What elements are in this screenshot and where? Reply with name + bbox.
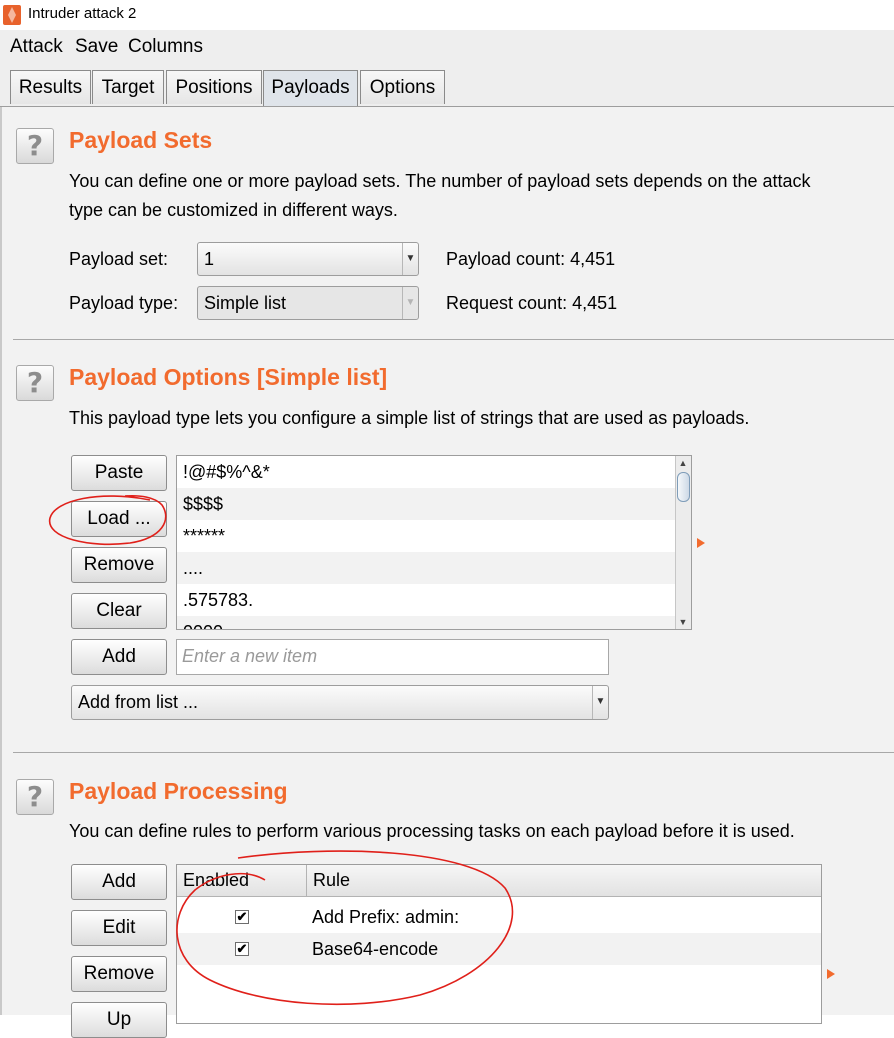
menu-save[interactable]: Save	[75, 36, 118, 58]
column-header-enabled[interactable]: Enabled	[177, 865, 307, 897]
payload-sets-description-line2: type can be customized in different ways…	[69, 200, 398, 220]
new-item-input[interactable]: Enter a new item	[176, 639, 609, 675]
menu-attack[interactable]: Attack	[10, 36, 63, 58]
list-item[interactable]: !@#$%^&*	[177, 456, 691, 488]
clear-button[interactable]: Clear	[71, 593, 167, 629]
payload-processing-description: You can define rules to perform various …	[69, 821, 795, 841]
add-item-button[interactable]: Add	[71, 639, 167, 675]
remove-rule-button[interactable]: Remove	[71, 956, 167, 992]
list-item[interactable]: ******	[177, 520, 691, 552]
tab-options[interactable]: Options	[360, 70, 445, 104]
payload-sets-description-line1: You can define one or more payload sets.…	[69, 171, 811, 191]
request-count: Request count: 4,451	[446, 293, 618, 313]
table-row[interactable]: ✔ Base64-encode	[177, 933, 821, 965]
checkbox-enabled[interactable]: ✔	[235, 910, 249, 924]
add-from-list-select[interactable]: Add from list ... ▼	[71, 685, 609, 720]
edit-rule-button[interactable]: Edit	[71, 910, 167, 946]
load-button[interactable]: Load ...	[71, 501, 167, 537]
payload-sets-title: Payload Sets	[69, 127, 213, 153]
tab-results[interactable]: Results	[10, 70, 91, 104]
scrollbar-thumb[interactable]	[677, 472, 690, 502]
column-header-rule[interactable]: Rule	[307, 865, 821, 897]
list-item[interactable]: $$$$	[177, 488, 691, 520]
payload-set-value: 1	[204, 249, 215, 269]
tab-payloads[interactable]: Payloads	[263, 70, 358, 106]
help-icon[interactable]: ?	[16, 128, 54, 164]
tab-target[interactable]: Target	[92, 70, 164, 104]
expand-arrow-icon[interactable]	[697, 538, 705, 548]
payload-options-title: Payload Options [Simple list]	[69, 364, 388, 390]
payload-options-description: This payload type lets you configure a s…	[69, 408, 750, 428]
help-icon[interactable]: ?	[16, 779, 54, 815]
section-divider	[13, 339, 894, 340]
panel-left-border	[0, 107, 2, 1015]
rule-name: Base64-encode	[312, 939, 439, 959]
payload-count: Payload count: 4,451	[446, 249, 616, 269]
payload-list-scrollbar[interactable]: ▲ ▼	[675, 456, 691, 629]
chevron-down-icon: ▼	[592, 686, 608, 719]
list-item[interactable]: .575783.	[177, 584, 691, 616]
chevron-down-icon: ▼	[402, 287, 418, 319]
window-title: Intruder attack 2	[28, 5, 137, 22]
payload-processing-title: Payload Processing	[69, 778, 288, 804]
remove-button[interactable]: Remove	[71, 547, 167, 583]
payload-list[interactable]: !@#$%^&* $$$$ ****** .... .575783. 0000	[176, 455, 692, 630]
rules-table: Enabled Rule ✔ Add Prefix: admin: ✔ Base…	[176, 864, 822, 1024]
tab-positions[interactable]: Positions	[166, 70, 262, 104]
table-row[interactable]: ✔ Add Prefix: admin:	[177, 901, 821, 933]
expand-arrow-icon[interactable]	[827, 969, 835, 979]
menu-columns[interactable]: Columns	[128, 36, 203, 58]
chevron-down-icon: ▼	[402, 243, 418, 275]
checkbox-enabled[interactable]: ✔	[235, 942, 249, 956]
add-from-list-value: Add from list ...	[78, 692, 199, 712]
payload-type-label: Payload type:	[69, 293, 179, 313]
help-icon[interactable]: ?	[16, 365, 54, 401]
list-item[interactable]: 0000	[177, 616, 691, 629]
rule-name: Add Prefix: admin:	[312, 907, 460, 927]
add-rule-button[interactable]: Add	[71, 864, 167, 900]
payload-set-select[interactable]: 1 ▼	[197, 242, 419, 276]
payload-type-select[interactable]: Simple list ▼	[197, 286, 419, 320]
section-divider	[13, 752, 894, 753]
burp-logo-icon	[3, 5, 21, 25]
list-item[interactable]: ....	[177, 552, 691, 584]
scroll-down-icon[interactable]: ▼	[676, 617, 690, 627]
scroll-up-icon[interactable]: ▲	[676, 458, 690, 468]
payload-type-value: Simple list	[204, 293, 287, 313]
up-rule-button[interactable]: Up	[71, 1002, 167, 1038]
paste-button[interactable]: Paste	[71, 455, 167, 491]
payload-set-label: Payload set:	[69, 249, 169, 269]
